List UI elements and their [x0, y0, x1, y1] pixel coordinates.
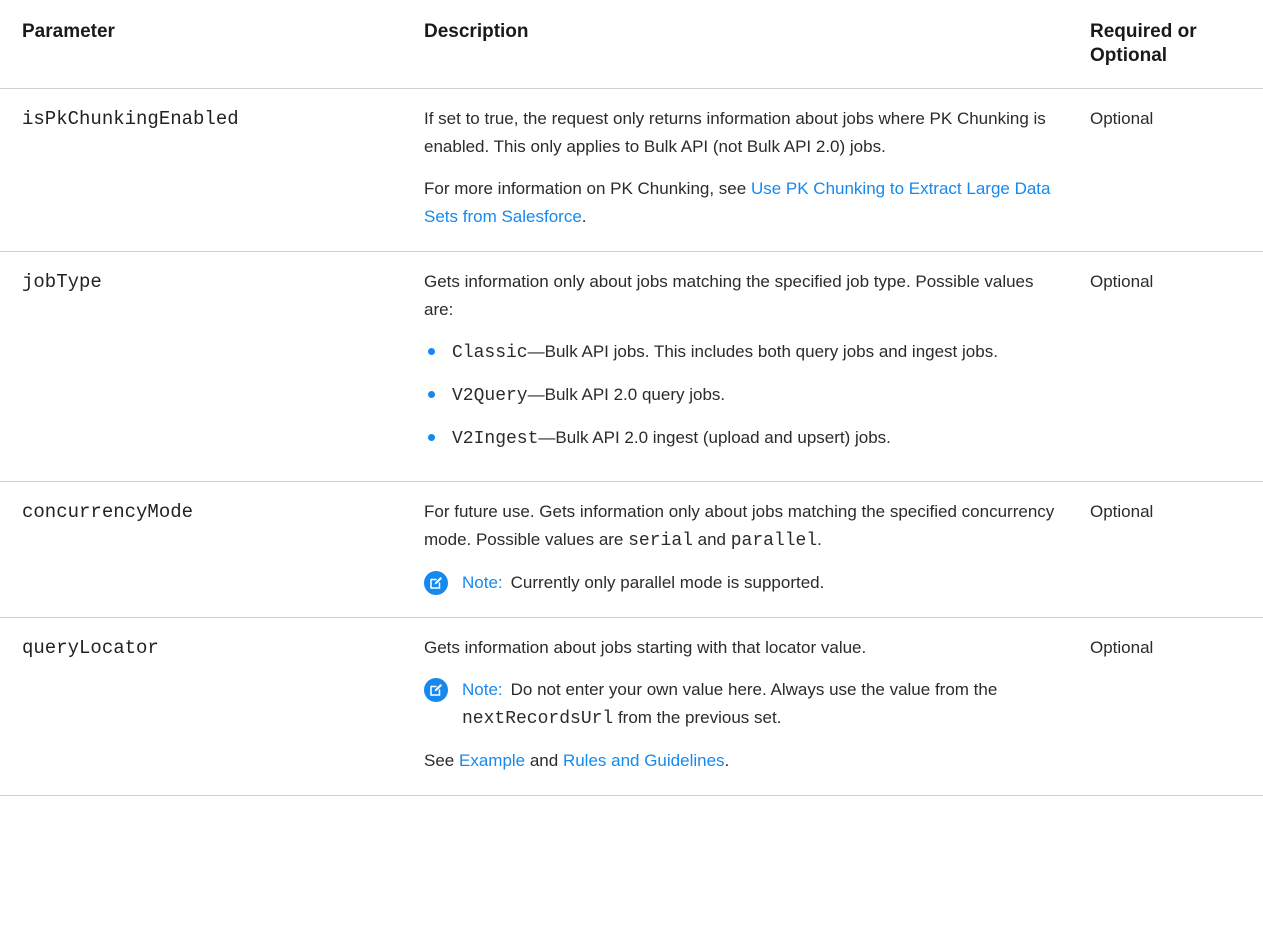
param-name: jobType	[0, 251, 404, 482]
table-row: queryLocator Gets information about jobs…	[0, 617, 1263, 796]
note-callout: Note: Do not enter your own value here. A…	[424, 676, 1066, 733]
header-row: Parameter Description Required or Option…	[0, 0, 1263, 89]
description-text: For future use. Gets information only ab…	[424, 498, 1066, 555]
required-value: Optional	[1076, 88, 1263, 252]
header-required: Required or Optional	[1076, 0, 1263, 89]
note-code: nextRecordsUrl	[462, 709, 614, 729]
required-value: Optional	[1076, 481, 1263, 618]
more-info-prefix: For more information on PK Chunking, see	[424, 179, 751, 198]
description-text: Gets information only about jobs matchin…	[424, 272, 1034, 319]
description-suffix: .	[817, 530, 822, 549]
note-content: Note: Do not enter your own value here. A…	[462, 676, 1066, 733]
more-info-text: For more information on PK Chunking, see…	[424, 175, 1066, 231]
see-also-text: See Example and Rules and Guidelines.	[424, 747, 1066, 775]
values-list: Classic—Bulk API jobs. This includes bot…	[424, 338, 1066, 453]
header-parameter: Parameter	[0, 0, 404, 89]
note-suffix: from the previous set.	[613, 708, 782, 727]
param-description: Gets information about jobs starting wit…	[404, 617, 1076, 796]
param-description: Gets information only about jobs matchin…	[404, 251, 1076, 482]
value-text: —Bulk API jobs. This includes both query…	[527, 342, 998, 361]
value-text: —Bulk API 2.0 ingest (upload and upsert)…	[538, 428, 891, 447]
table-row: concurrencyMode For future use. Gets inf…	[0, 481, 1263, 618]
description-mid: and	[692, 530, 731, 549]
parameters-table: Parameter Description Required or Option…	[0, 0, 1263, 796]
list-item: Classic—Bulk API jobs. This includes bot…	[424, 338, 1066, 367]
required-value: Optional	[1076, 617, 1263, 796]
value-text: —Bulk API 2.0 query jobs.	[527, 385, 726, 404]
code-serial: serial	[628, 531, 693, 551]
note-prefix: Do not enter your own value here. Always…	[510, 680, 998, 699]
note-callout: Note: Currently only parallel mode is sup…	[424, 569, 1066, 597]
param-name: isPkChunkingEnabled	[0, 88, 404, 252]
see-prefix: See	[424, 751, 459, 770]
list-item: V2Ingest—Bulk API 2.0 ingest (upload and…	[424, 424, 1066, 453]
table-row: isPkChunkingEnabled If set to true, the …	[0, 88, 1263, 252]
value-code: V2Query	[452, 386, 528, 406]
header-description: Description	[404, 0, 1076, 89]
table-row: jobType Gets information only about jobs…	[0, 251, 1263, 482]
description-text: Gets information about jobs starting wit…	[424, 638, 867, 657]
description-text: If set to true, the request only returns…	[424, 109, 1046, 156]
rules-guidelines-link[interactable]: Rules and Guidelines	[563, 751, 725, 770]
code-parallel: parallel	[730, 531, 818, 551]
value-code: V2Ingest	[452, 429, 539, 449]
param-description: For future use. Gets information only ab…	[404, 481, 1076, 618]
note-text: Currently only parallel mode is supporte…	[510, 573, 825, 592]
edit-note-icon	[424, 571, 448, 595]
more-info-suffix: .	[581, 207, 587, 226]
bullet-icon	[428, 391, 435, 398]
edit-note-icon	[424, 678, 448, 702]
bullet-icon	[428, 434, 435, 441]
note-content: Note: Currently only parallel mode is sup…	[462, 569, 824, 597]
note-label: Note:	[462, 680, 503, 699]
param-name: queryLocator	[0, 617, 404, 796]
see-suffix: .	[724, 751, 730, 770]
value-code: Classic	[452, 343, 528, 363]
required-value: Optional	[1076, 251, 1263, 482]
see-mid: and	[525, 751, 563, 770]
bullet-icon	[428, 348, 435, 355]
list-item: V2Query—Bulk API 2.0 query jobs.	[424, 381, 1066, 410]
example-link[interactable]: Example	[459, 751, 525, 770]
param-name: concurrencyMode	[0, 481, 404, 618]
param-description: If set to true, the request only returns…	[404, 88, 1076, 252]
note-label: Note:	[462, 573, 503, 592]
